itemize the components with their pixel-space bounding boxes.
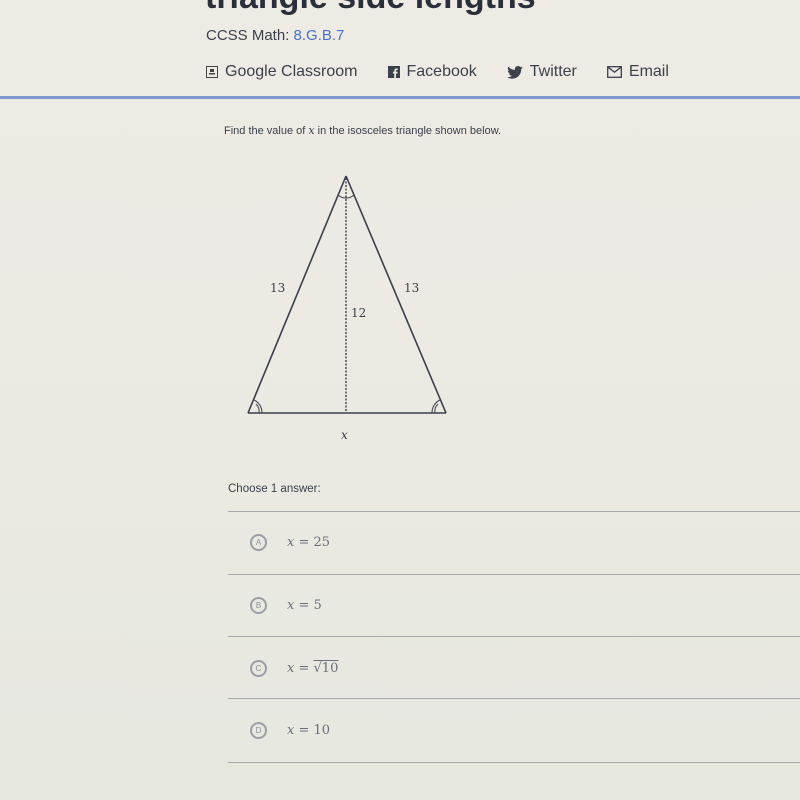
share-label: Facebook [406, 63, 477, 80]
share-label: Twitter [529, 63, 577, 80]
answer-option-a[interactable]: A x = 25 [250, 534, 330, 551]
answer-option-b[interactable]: B x = 5 [250, 597, 322, 614]
share-label: Email [628, 63, 669, 80]
option-text-c: x = √10 [287, 661, 339, 676]
base-label: x [341, 428, 348, 442]
option-divider [228, 698, 800, 699]
option-divider [228, 636, 800, 637]
option-text-a: x = 25 [287, 535, 331, 550]
answers-divider [228, 511, 800, 512]
share-twitter[interactable]: Twitter [506, 63, 577, 81]
option-bubble-c[interactable]: C [250, 660, 267, 677]
email-icon [606, 66, 622, 78]
right-angle-mark-inner [434, 403, 439, 414]
option-text-b: x = 5 [287, 598, 322, 613]
standard-link[interactable]: 8.G.B.7 [294, 27, 345, 44]
page-title: triangle side lengths [205, 0, 536, 17]
share-email[interactable]: Email [606, 63, 669, 81]
option-bubble-b[interactable]: B [250, 597, 267, 614]
share-facebook[interactable]: Facebook [387, 63, 477, 81]
share-label: Google Classroom [225, 63, 358, 80]
facebook-icon [387, 66, 400, 78]
option-bubble-d[interactable]: D [250, 722, 267, 739]
standard-prefix: CCSS Math: [206, 27, 290, 44]
triangle-figure: 13 13 12 x [236, 168, 466, 463]
left-angle-mark-inner [255, 403, 260, 414]
left-side-label: 13 [270, 281, 285, 295]
twitter-icon [506, 65, 523, 79]
choose-prompt: Choose 1 answer: [228, 483, 321, 495]
option-bubble-a[interactable]: A [250, 534, 267, 551]
triangle-left-side [247, 175, 347, 414]
question-text: Find the value of x in the isosceles tri… [224, 124, 502, 137]
share-bar: Google Classroom Facebook Twitter Email [206, 63, 699, 81]
option-divider [228, 574, 800, 575]
answer-option-d[interactable]: D x = 10 [250, 722, 330, 739]
answer-option-c[interactable]: C x = √10 [250, 660, 338, 677]
option-text-d: x = 10 [287, 723, 331, 738]
right-side-label: 13 [404, 281, 419, 295]
share-google-classroom[interactable]: Google Classroom [206, 63, 358, 81]
google-classroom-icon [206, 66, 218, 78]
header-divider [0, 96, 800, 99]
option-divider [228, 762, 800, 763]
ccss-standard: CCSS Math: 8.G.B.7 [206, 27, 344, 44]
height-label: 12 [351, 306, 366, 320]
triangle-right-side [345, 175, 447, 414]
